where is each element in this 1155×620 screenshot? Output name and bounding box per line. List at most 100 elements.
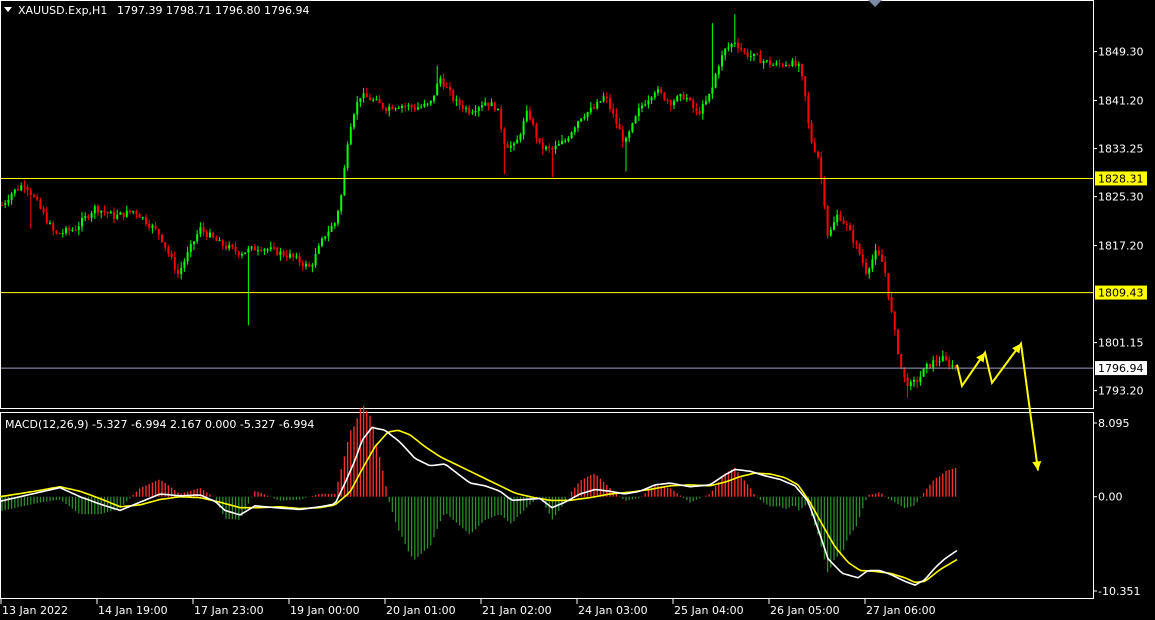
chart-canvas[interactable]: 1849.30 1841.20 1833.25 1825.30 1817.20 1801.… bbox=[0, 0, 1155, 620]
candle-body bbox=[349, 126, 352, 145]
candle-body bbox=[951, 365, 954, 367]
candle-body bbox=[13, 189, 16, 194]
candle-body bbox=[641, 105, 643, 109]
candle-body bbox=[471, 112, 474, 114]
candle-body bbox=[810, 123, 813, 143]
levels-layer bbox=[1, 177, 1093, 369]
candle-body bbox=[545, 146, 547, 150]
candle-body bbox=[887, 273, 890, 297]
candle-body bbox=[596, 102, 599, 109]
candle-body bbox=[893, 311, 896, 330]
candle-body bbox=[458, 99, 461, 106]
candle-body bbox=[586, 112, 589, 118]
candle-body bbox=[17, 189, 19, 191]
candle-body bbox=[468, 107, 471, 114]
ohlc-values: 1797.39 1798.71 1796.80 1796.94 bbox=[117, 4, 309, 17]
candle-body bbox=[167, 247, 170, 254]
candle-body bbox=[295, 256, 298, 258]
candle-body bbox=[401, 105, 403, 108]
candle-body bbox=[583, 117, 586, 119]
candle-body bbox=[647, 100, 650, 105]
candle-body bbox=[330, 225, 333, 232]
candle-body bbox=[490, 102, 493, 107]
time-tick-label: 25 Jan 04:00 bbox=[674, 604, 744, 617]
candle-body bbox=[634, 116, 637, 124]
level-price-label: 1809.43 bbox=[1098, 287, 1144, 300]
candle-body bbox=[433, 95, 435, 101]
candle-body bbox=[781, 64, 784, 66]
candle-body bbox=[145, 217, 147, 225]
candle-body bbox=[593, 107, 595, 109]
candle-body bbox=[340, 195, 343, 212]
candle-body bbox=[362, 93, 365, 99]
candle-body bbox=[317, 245, 320, 254]
candle-body bbox=[407, 105, 410, 107]
candle-body bbox=[820, 157, 823, 179]
candle-body bbox=[218, 240, 221, 242]
candle-body bbox=[833, 222, 835, 230]
candle-body bbox=[762, 61, 765, 64]
candle-body bbox=[68, 228, 71, 231]
candle-body bbox=[84, 216, 87, 218]
candle-body bbox=[701, 104, 704, 114]
candle-body bbox=[452, 90, 455, 101]
candle-body bbox=[813, 142, 816, 152]
candle-body bbox=[580, 118, 583, 122]
candle-body bbox=[244, 252, 247, 255]
candle-body bbox=[695, 108, 698, 112]
candle-body bbox=[279, 251, 282, 256]
candle-body bbox=[417, 107, 419, 110]
macd-tick-label: 0.00 bbox=[1098, 491, 1123, 504]
candle-body bbox=[858, 244, 861, 255]
candle-body bbox=[7, 200, 10, 203]
candle-body bbox=[87, 216, 90, 218]
candle-body bbox=[161, 234, 163, 243]
candle-body bbox=[212, 232, 215, 238]
candle-body bbox=[289, 253, 291, 258]
candle-body bbox=[298, 256, 301, 263]
projection-arrows bbox=[956, 340, 1042, 471]
scroll-marker-icon[interactable] bbox=[868, 0, 882, 7]
candle-body bbox=[551, 147, 554, 150]
candle-body bbox=[455, 99, 458, 101]
candle-body bbox=[519, 134, 522, 140]
candle-body bbox=[628, 131, 631, 139]
candle-body bbox=[461, 105, 464, 109]
candle-body bbox=[77, 226, 80, 230]
candle-body bbox=[273, 247, 275, 249]
current-price-label: 1796.94 bbox=[1098, 362, 1144, 375]
candle-body bbox=[97, 206, 99, 213]
arrow-head-icon bbox=[1012, 343, 1021, 354]
time-tick-label: 14 Jan 19:00 bbox=[98, 604, 168, 617]
candle-body bbox=[916, 379, 919, 383]
candle-body bbox=[388, 106, 391, 111]
candle-body bbox=[618, 124, 621, 130]
price-tick-label: 1833.25 bbox=[1098, 143, 1144, 156]
candle-body bbox=[727, 47, 730, 49]
candle-body bbox=[394, 108, 397, 110]
candle-body bbox=[285, 255, 288, 258]
candle-body bbox=[577, 121, 579, 128]
candle-body bbox=[705, 101, 707, 105]
candle-body bbox=[836, 214, 839, 223]
price-axis: 1849.30 1841.20 1833.25 1825.30 1817.20 1801.… bbox=[1093, 46, 1147, 398]
symbol-dropdown-icon[interactable] bbox=[4, 7, 12, 12]
price-tick-label: 1801.15 bbox=[1098, 337, 1144, 350]
candle-body bbox=[922, 368, 925, 377]
candle-body bbox=[669, 100, 672, 106]
candle-body bbox=[753, 53, 755, 56]
candle-body bbox=[436, 83, 439, 96]
candle-body bbox=[308, 263, 311, 267]
candle-body bbox=[609, 97, 611, 109]
price-tick-label: 1849.30 bbox=[1098, 46, 1144, 59]
time-tick-label: 17 Jan 23:00 bbox=[194, 604, 264, 617]
candle-body bbox=[234, 247, 237, 252]
candle-body bbox=[637, 108, 640, 117]
price-tick-label: 1817.20 bbox=[1098, 240, 1144, 253]
candle-body bbox=[785, 65, 787, 67]
candle-body bbox=[132, 211, 135, 213]
candle-body bbox=[157, 228, 160, 235]
candle-body bbox=[913, 379, 915, 382]
candle-body bbox=[93, 206, 96, 214]
macd-axis: 8.095 0.00 -10.351 bbox=[1093, 417, 1140, 598]
